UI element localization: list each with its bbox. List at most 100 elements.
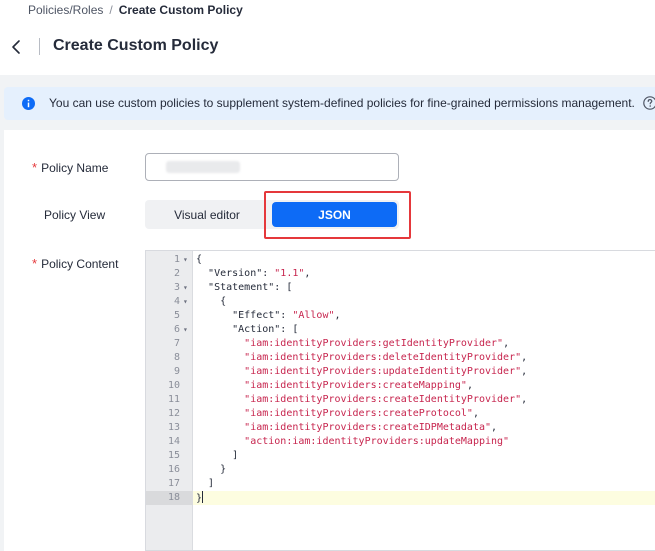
policy-view-label: Policy View (44, 208, 106, 222)
line-number-cell: 1 ▾ (146, 253, 193, 267)
code-line: 4 ▾ { (146, 295, 655, 309)
chevron-left-icon[interactable] (6, 37, 26, 57)
question-circle-icon[interactable] (643, 96, 655, 110)
line-number: 4 (173, 296, 180, 307)
page-title: Create Custom Policy (53, 37, 219, 54)
code-text: "action:iam:identityProviders:updateMapp… (244, 436, 510, 447)
line-number: 13 (167, 422, 180, 433)
policy-content-label: * Policy Content (32, 256, 118, 271)
line-number-cell: 11 (146, 393, 193, 407)
code-line: 15 ] (146, 449, 655, 463)
required-mark: * (32, 160, 38, 175)
line-number: 12 (167, 408, 180, 419)
banner-text: You can use custom policies to supplemen… (49, 96, 635, 110)
line-number: 8 (173, 352, 180, 363)
code-text: } (196, 464, 227, 475)
line-number: 17 (167, 478, 180, 489)
line-number: 1 (173, 254, 180, 265)
breadcrumb-current: Create Custom Policy (118, 3, 243, 17)
line-number: 9 (173, 366, 180, 377)
line-number: 11 (167, 394, 180, 405)
policy-content-label-text: Policy Content (41, 257, 119, 271)
code-line: 6 ▾ "Action": [ (146, 323, 655, 337)
line-number-cell: 16 (146, 463, 193, 477)
fold-arrow-icon[interactable]: ▾ (183, 295, 188, 309)
page-header: Policies/Roles / Create Custom Policy Crea… (0, 0, 655, 75)
line-number: 16 (167, 464, 180, 475)
line-number: 14 (167, 436, 180, 447)
code-text: "Action": [ (232, 324, 299, 335)
code-line: 2 "Version": "1.1", (146, 267, 655, 281)
code-line: 18} (146, 491, 655, 505)
code-text: "iam:identityProviders:createIDPMetadata… (244, 422, 498, 433)
fold-arrow-icon[interactable]: ▾ (183, 281, 188, 295)
breadcrumb: Policies/Roles / Create Custom Policy (28, 3, 243, 17)
code-line: 17 ] (146, 477, 655, 491)
line-number-cell: 15 (146, 449, 193, 463)
code-line: 7 "iam:identityProviders:getIdentityProv… (146, 337, 655, 351)
line-number: 10 (167, 380, 180, 391)
code-text: { (196, 254, 203, 265)
json-code-editor[interactable]: 1 ▾{2 "Version": "1.1", 3 ▾ "Statement": [4… (145, 250, 655, 551)
line-number: 2 (173, 268, 180, 279)
code-line: 13 "iam:identityProviders:createIDPMetad… (146, 421, 655, 435)
fold-arrow-icon[interactable]: ▾ (183, 323, 188, 337)
text-cursor (202, 491, 204, 503)
line-number-cell: 4 ▾ (146, 295, 193, 309)
line-number-cell: 18 (146, 491, 193, 505)
code-text: "iam:identityProviders:updateIdentityPro… (244, 366, 528, 377)
code-line: 8 "iam:identityProviders:deleteIdentityP… (146, 351, 655, 365)
line-number: 7 (173, 338, 180, 349)
line-number-cell: 14 (146, 435, 193, 449)
required-mark: * (32, 256, 38, 271)
line-number-cell: 2 (146, 267, 193, 281)
redacted-value (166, 161, 240, 173)
code-text: "iam:identityProviders:getIdentityProvid… (244, 338, 510, 349)
line-number-cell: 17 (146, 477, 193, 491)
breadcrumb-separator: / (109, 3, 113, 17)
code-line: 1 ▾{ (146, 253, 655, 267)
code-text: "iam:identityProviders:createMapping", (244, 380, 473, 391)
visual-editor-option[interactable]: Visual editor (145, 200, 269, 229)
policy-name-input[interactable] (145, 153, 399, 181)
code-line: 3 ▾ "Statement": [ (146, 281, 655, 295)
code-text: "iam:identityProviders:deleteIdentityPro… (244, 352, 528, 363)
code-text: "Statement": [ (208, 282, 293, 293)
code-text: ] (196, 450, 239, 461)
line-number: 3 (173, 282, 180, 293)
code-line: 14 "action:iam:identityProviders:updateM… (146, 435, 655, 449)
fold-arrow-icon[interactable]: ▾ (183, 253, 188, 267)
line-number: 18 (167, 492, 180, 503)
line-number: 5 (173, 310, 180, 321)
code-line: 16 } (146, 463, 655, 477)
code-line: 11 "iam:identityProviders:createIdentity… (146, 393, 655, 407)
code-line: 12 "iam:identityProviders:createProtocol… (146, 407, 655, 421)
line-number-cell: 6 ▾ (146, 323, 193, 337)
code-text: "iam:identityProviders:createIdentityPro… (244, 394, 528, 405)
title-divider (39, 38, 40, 55)
code-line: 10 "iam:identityProviders:createMapping"… (146, 379, 655, 393)
line-number: 6 (173, 324, 180, 335)
breadcrumb-link-policies-roles[interactable]: Policies/Roles (28, 3, 103, 17)
policy-name-label-text: Policy Name (41, 161, 109, 175)
code-text: { (196, 296, 227, 307)
code-text: ] (196, 478, 215, 489)
line-number-cell: 7 (146, 337, 193, 351)
line-number-cell: 12 (146, 407, 193, 421)
code-line: 9 "iam:identityProviders:updateIdentityP… (146, 365, 655, 379)
code-text: "Version": "1.1", (208, 268, 311, 279)
code-line: 5 "Effect": "Allow", (146, 309, 655, 323)
policy-name-label: * Policy Name (32, 160, 108, 175)
line-number-cell: 3 ▾ (146, 281, 193, 295)
line-number-cell: 10 (146, 379, 193, 393)
line-number-cell: 9 (146, 365, 193, 379)
code-text: "iam:identityProviders:createProtocol", (244, 408, 479, 419)
info-banner: You can use custom policies to supplemen… (4, 87, 655, 120)
line-number: 15 (167, 450, 180, 461)
line-number-cell: 13 (146, 421, 193, 435)
code-text: } (196, 491, 204, 504)
code-text: "Effect": "Allow", (232, 310, 341, 321)
highlight-box (264, 191, 411, 239)
line-number-cell: 8 (146, 351, 193, 365)
line-number-cell: 5 (146, 309, 193, 323)
